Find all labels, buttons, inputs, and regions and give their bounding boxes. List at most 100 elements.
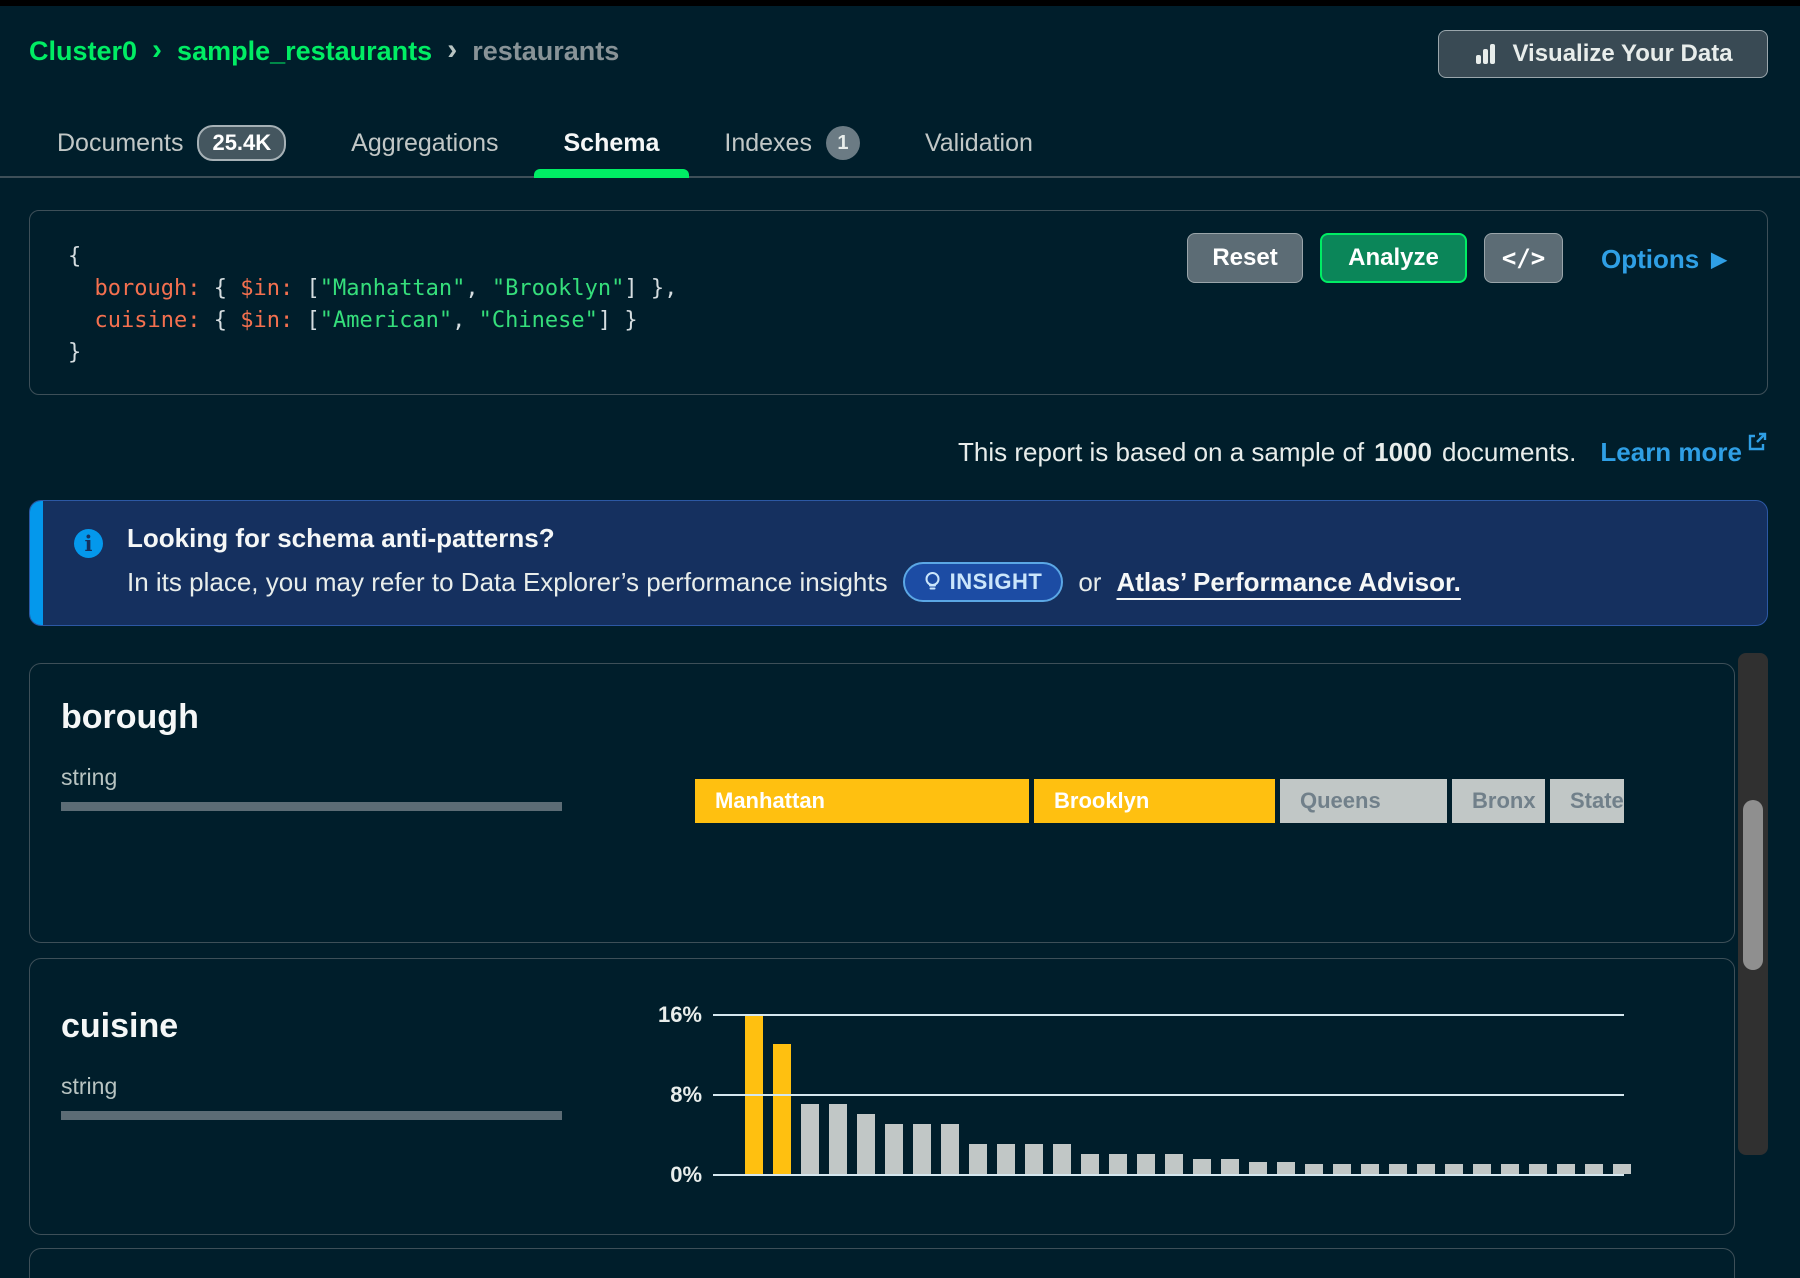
field-type-label[interactable]: string [61,764,117,791]
scrollbar-track[interactable] [1738,653,1768,1155]
tab-label: Schema [564,129,660,158]
histogram-bar[interactable] [941,1124,959,1174]
tab-documents[interactable]: Documents 25.4K [57,110,286,176]
bar-chart-icon [1473,41,1499,67]
y-tick-label: 0% [635,1162,702,1188]
histogram-bar[interactable] [913,1124,931,1174]
histogram-bar[interactable] [857,1114,875,1174]
histogram-bar[interactable] [1277,1162,1295,1174]
chevron-right-icon: › [152,35,162,65]
breadcrumb: Cluster0 › sample_restaurants › restaura… [29,36,619,67]
tab-badge: 25.4K [197,125,286,161]
histogram-bar[interactable] [1165,1154,1183,1174]
histogram-bar[interactable] [1501,1164,1519,1174]
field-type-bar [61,802,562,811]
banner-title: Looking for schema anti-patterns? [127,523,555,554]
histogram-bar[interactable] [1557,1164,1575,1174]
tab-bar: Documents 25.4K Aggregations Schema Indexes 1… [0,110,1800,178]
histogram-bar[interactable] [1053,1144,1071,1174]
gridline [713,1014,1624,1016]
cuisine-histogram: 16%8%0% [635,1004,1624,1194]
histogram-bar[interactable] [801,1104,819,1174]
code-line: } [68,337,677,369]
histogram-bar[interactable] [1025,1144,1043,1174]
chevron-right-icon: › [447,35,457,65]
scrollbar-thumb[interactable] [1743,800,1763,970]
histogram-bar[interactable] [1081,1154,1099,1174]
insight-badge[interactable]: INSIGHT [903,562,1064,602]
y-tick-label: 8% [635,1082,702,1108]
histogram-bar[interactable] [969,1144,987,1174]
tab-label: Documents [57,129,183,158]
report-text-after: documents. [1442,437,1576,468]
histogram-bar[interactable] [1445,1164,1463,1174]
histogram-bar[interactable] [1249,1162,1267,1174]
histogram-bar[interactable] [997,1144,1015,1174]
tab-badge: 1 [826,126,860,160]
field-card-cuisine: cuisine string 16%8%0% [29,958,1735,1235]
tab-label: Validation [925,129,1033,158]
window-top-edge [0,0,1800,6]
histogram-bar[interactable] [885,1124,903,1174]
histogram-bar[interactable] [1221,1159,1239,1174]
histogram-bar[interactable] [829,1104,847,1174]
options-link[interactable]: Options ▶ [1601,244,1727,275]
banner-body: In its place, you may refer to Data Expl… [127,562,1461,602]
schema-anti-patterns-banner: i Looking for schema anti-patterns? In i… [29,500,1768,626]
performance-advisor-link[interactable]: Atlas’ Performance Advisor. [1116,567,1460,598]
options-label: Options [1601,244,1699,275]
reset-button[interactable]: Reset [1187,233,1303,283]
histogram-bar[interactable] [1417,1164,1435,1174]
insight-badge-label: INSIGHT [950,569,1043,595]
histogram-bar[interactable] [1529,1164,1547,1174]
tab-label: Aggregations [351,129,498,158]
histogram-bar[interactable] [1389,1164,1407,1174]
visualize-your-data-button[interactable]: Visualize Your Data [1438,30,1768,78]
histogram-bar[interactable] [1585,1164,1603,1174]
value-bar-staten-island[interactable]: Staten Island [1550,779,1624,823]
borough-value-bars: ManhattanBrooklynQueensBronxStaten Islan… [695,779,1624,823]
value-bar-bronx[interactable]: Bronx [1452,779,1545,823]
histogram-bar[interactable] [1361,1164,1379,1174]
histogram-bar[interactable] [1109,1154,1127,1174]
histogram-bar[interactable] [773,1044,791,1174]
histogram-bar[interactable] [1613,1164,1631,1174]
tab-schema[interactable]: Schema [564,110,660,176]
code-line: borough: { $in: ["Manhattan", "Brooklyn"… [68,273,677,305]
histogram-bar[interactable] [1193,1159,1211,1174]
tab-label: Indexes [724,129,812,158]
report-count: 1000 [1374,437,1432,468]
tab-indexes[interactable]: Indexes 1 [724,110,860,176]
breadcrumb-collection: restaurants [472,36,619,67]
field-name: cuisine [61,1007,178,1046]
field-name: borough [61,698,199,737]
arrow-right-icon: ▶ [1711,247,1726,272]
lightbulb-icon [924,571,941,593]
analyze-button[interactable]: Analyze [1320,233,1467,283]
histogram-bar[interactable] [1333,1164,1351,1174]
visualize-your-data-label: Visualize Your Data [1512,40,1732,68]
histogram-bar[interactable] [1473,1164,1491,1174]
learn-more-link[interactable]: Learn more [1600,437,1768,468]
query-code[interactable]: { borough: { $in: ["Manhattan", "Brookly… [68,241,677,369]
sample-report-line: This report is based on a sample of 1000… [958,437,1768,468]
value-bar-queens[interactable]: Queens [1280,779,1447,823]
field-type-bar [61,1111,562,1120]
breadcrumb-cluster[interactable]: Cluster0 [29,36,137,67]
code-toggle-button[interactable]: </> [1484,233,1563,283]
report-text-before: This report is based on a sample of [958,437,1364,468]
histogram-bar[interactable] [1305,1164,1323,1174]
value-bar-manhattan[interactable]: Manhattan [695,779,1029,823]
field-card-borough: borough string ManhattanBrooklynQueensBr… [29,663,1735,943]
breadcrumb-database[interactable]: sample_restaurants [177,36,432,67]
tab-validation[interactable]: Validation [925,110,1033,176]
banner-body-text: In its place, you may refer to Data Expl… [127,567,888,598]
tab-aggregations[interactable]: Aggregations [351,110,498,176]
query-bar-card: { borough: { $in: ["Manhattan", "Brookly… [29,210,1768,395]
field-type-label[interactable]: string [61,1073,117,1100]
value-bar-brooklyn[interactable]: Brooklyn [1034,779,1275,823]
external-link-icon [1746,431,1768,453]
banner-accent-stripe [30,501,43,625]
learn-more-label: Learn more [1600,437,1742,468]
histogram-bar[interactable] [1137,1154,1155,1174]
